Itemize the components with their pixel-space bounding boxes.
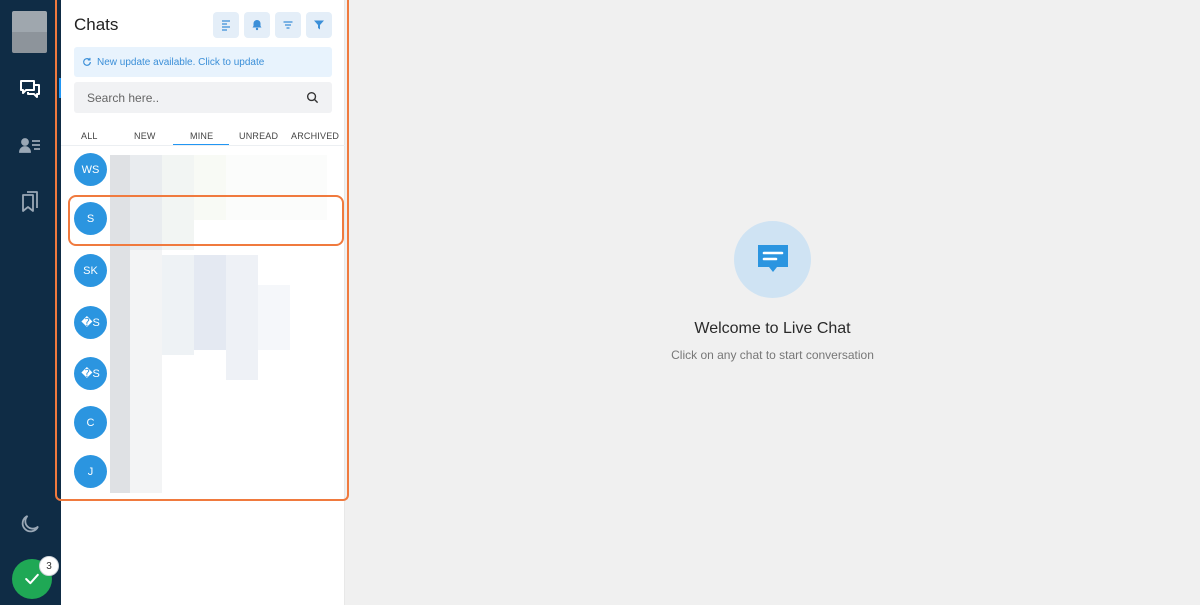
user-avatar[interactable] bbox=[12, 11, 47, 53]
chat-avatar[interactable]: S bbox=[74, 202, 107, 235]
active-tab-indicator bbox=[173, 144, 229, 145]
tab-new[interactable]: NEW bbox=[134, 131, 156, 141]
update-banner[interactable]: New update available. Click to update bbox=[74, 47, 332, 77]
refresh-icon bbox=[83, 57, 91, 66]
chat-avatar[interactable]: C bbox=[74, 406, 107, 439]
notification-badge: 3 bbox=[39, 556, 59, 576]
tab-archived[interactable]: ARCHIVED bbox=[291, 131, 339, 141]
chat-tabs: ALL NEW MINE UNREAD ARCHIVED bbox=[61, 128, 345, 146]
chats-panel: Chats New update available. Click to upd… bbox=[61, 0, 345, 605]
sort-icon[interactable] bbox=[275, 12, 301, 38]
panel-title: Chats bbox=[74, 15, 119, 34]
chat-avatar[interactable]: �S bbox=[74, 306, 107, 339]
search-box bbox=[74, 82, 332, 113]
chat-icon[interactable] bbox=[17, 76, 43, 102]
contacts-icon[interactable] bbox=[17, 132, 43, 158]
bell-icon[interactable] bbox=[244, 12, 270, 38]
welcome-illustration bbox=[734, 221, 811, 298]
bookmarks-icon[interactable] bbox=[17, 189, 43, 215]
redacted-chat-previews bbox=[110, 155, 327, 493]
chat-avatar[interactable]: WS bbox=[74, 153, 107, 186]
align-left-icon[interactable] bbox=[213, 12, 239, 38]
search-icon[interactable] bbox=[306, 91, 319, 104]
chat-avatar[interactable]: SK bbox=[74, 254, 107, 287]
welcome-title: Welcome to Live Chat bbox=[694, 320, 851, 337]
search-input[interactable] bbox=[87, 90, 307, 105]
update-text: New update available. Click to update bbox=[97, 56, 265, 68]
chat-avatar[interactable]: J bbox=[74, 455, 107, 488]
nav-rail: 3 bbox=[0, 0, 61, 605]
filter-icon[interactable] bbox=[306, 12, 332, 38]
tab-mine[interactable]: MINE bbox=[190, 131, 213, 141]
tab-all[interactable]: ALL bbox=[81, 131, 98, 141]
moon-icon[interactable] bbox=[17, 511, 43, 537]
tab-unread[interactable]: UNREAD bbox=[239, 131, 278, 141]
welcome-subtitle: Click on any chat to start conversation bbox=[671, 348, 874, 362]
check-icon bbox=[25, 573, 39, 585]
chat-bubble-icon bbox=[757, 244, 788, 272]
chat-avatar[interactable]: �S bbox=[74, 357, 107, 390]
live-chat-app: 3 Chats New update available. Click to u… bbox=[0, 0, 1200, 605]
